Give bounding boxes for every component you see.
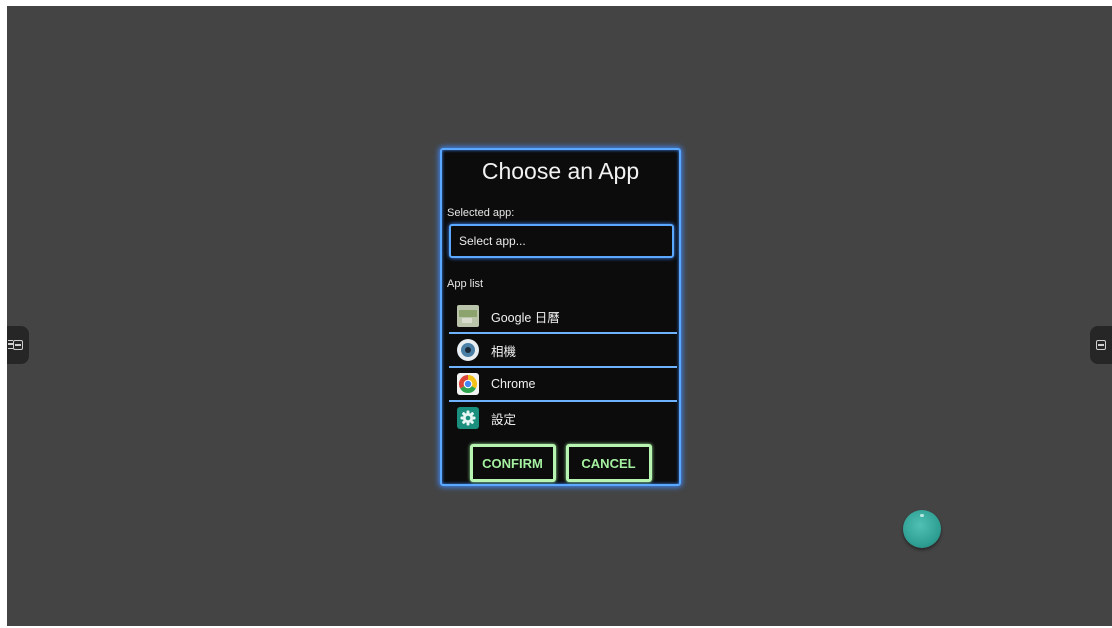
app-name: Google 日曆: [491, 310, 560, 325]
app-item-camera[interactable]: 相機: [449, 334, 677, 368]
window-icon: [13, 340, 23, 350]
select-app-field[interactable]: Select app...: [449, 224, 674, 258]
chrome-icon: [457, 373, 479, 395]
right-edge-tab[interactable]: [1090, 326, 1112, 364]
app-list-label: App list: [447, 278, 484, 290]
settings-icon: [457, 407, 479, 429]
cancel-button[interactable]: CANCEL: [565, 444, 652, 482]
app-name: Chrome: [491, 377, 536, 391]
app-list: Google 日曆 相機 Chrome 設定: [449, 300, 677, 434]
selected-app-label: Selected app:: [447, 207, 515, 219]
dialog-buttons: CONFIRM CANCEL: [442, 444, 679, 482]
app-name: 相機: [491, 344, 517, 359]
app-name: 設定: [491, 412, 517, 427]
app-item-google-calendar[interactable]: Google 日曆: [449, 300, 677, 334]
confirm-button[interactable]: CONFIRM: [469, 444, 556, 482]
window-icon: [1096, 340, 1106, 350]
dialog-title: Choose an App: [481, 158, 640, 184]
choose-app-dialog: Choose an App Selected app: Select app..…: [440, 148, 681, 486]
left-edge-tab[interactable]: [7, 326, 29, 364]
floating-assistive-ball[interactable]: [903, 510, 941, 548]
calendar-icon: [457, 305, 479, 327]
camera-icon: [457, 339, 479, 361]
app-item-chrome[interactable]: Chrome: [449, 368, 677, 402]
desktop-screen: Choose an App Selected app: Select app..…: [7, 6, 1112, 626]
app-item-settings[interactable]: 設定: [449, 402, 677, 434]
